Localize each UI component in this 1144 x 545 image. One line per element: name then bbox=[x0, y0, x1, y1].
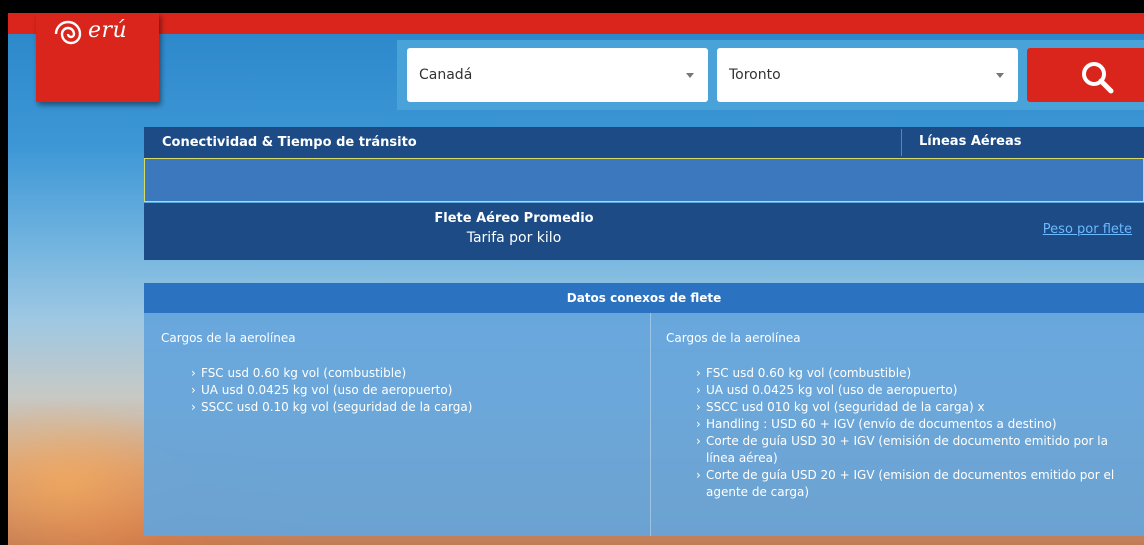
list-item: Corte de guía USD 30 + IGV (emisión de d… bbox=[696, 433, 1136, 467]
logo-wordmark: erú bbox=[88, 18, 128, 43]
charges-title: Cargos de la aerolínea bbox=[161, 331, 296, 345]
airlines-heading: Líneas Aéreas bbox=[919, 134, 1022, 149]
list-item: Handling : USD 60 + IGV (envío de docume… bbox=[696, 416, 1136, 433]
city-select-value: Toronto bbox=[729, 67, 781, 83]
search-bar: Canadá Toronto bbox=[397, 40, 1144, 110]
country-select-value: Canadá bbox=[419, 67, 473, 83]
city-select[interactable]: Toronto bbox=[717, 48, 1018, 102]
peso-por-flete-link[interactable]: Peso por flete bbox=[1043, 222, 1132, 237]
magnifier-icon bbox=[1082, 62, 1114, 94]
caret-down-icon bbox=[686, 73, 694, 78]
freight-title: Flete Aéreo Promedio bbox=[434, 211, 594, 226]
datos-conexos-header: Datos conexos de flete bbox=[144, 283, 1144, 313]
list-item: UA usd 0.0425 kg vol (uso de aeropuerto) bbox=[191, 382, 631, 399]
list-item: UA usd 0.0425 kg vol (uso de aeropuerto) bbox=[696, 382, 1136, 399]
list-item: FSC usd 0.60 kg vol (combustible) bbox=[191, 365, 631, 382]
charges-title: Cargos de la aerolínea bbox=[666, 331, 801, 345]
list-item: SSCC usd 010 kg vol (seguridad de la car… bbox=[696, 399, 1136, 416]
peru-logo[interactable]: erú bbox=[36, 13, 159, 102]
caret-down-icon bbox=[996, 73, 1004, 78]
connectivity-heading: Conectividad & Tiempo de tránsito bbox=[162, 135, 417, 150]
datos-conexos-panel: Cargos de la aerolínea FSC usd 0.60 kg v… bbox=[144, 313, 1144, 536]
header-divider bbox=[901, 129, 902, 156]
freight-bar: Flete Aéreo Promedio Tarifa por kilo Pes… bbox=[144, 203, 1144, 260]
country-select[interactable]: Canadá bbox=[407, 48, 708, 102]
connectivity-row[interactable] bbox=[144, 158, 1144, 202]
charges-list: FSC usd 0.60 kg vol (combustible) UA usd… bbox=[161, 365, 631, 416]
column-divider bbox=[650, 313, 651, 536]
search-button[interactable] bbox=[1027, 48, 1144, 102]
top-red-bar bbox=[8, 13, 1144, 34]
charges-list: FSC usd 0.60 kg vol (combustible) UA usd… bbox=[666, 365, 1136, 501]
results-header: Conectividad & Tiempo de tránsito Líneas… bbox=[144, 127, 1144, 158]
freight-subtitle: Tarifa por kilo bbox=[466, 230, 562, 246]
charges-column-left: Cargos de la aerolínea FSC usd 0.60 kg v… bbox=[161, 331, 631, 416]
spiral-icon bbox=[54, 20, 82, 45]
list-item: SSCC usd 0.10 kg vol (seguridad de la ca… bbox=[191, 399, 631, 416]
charges-column-right: Cargos de la aerolínea FSC usd 0.60 kg v… bbox=[666, 331, 1136, 501]
list-item: FSC usd 0.60 kg vol (combustible) bbox=[696, 365, 1136, 382]
page-frame: erú Canadá Toronto Conectividad & Tiempo… bbox=[8, 13, 1144, 545]
list-item: Corte de guía USD 20 + IGV (emision de d… bbox=[696, 467, 1136, 501]
